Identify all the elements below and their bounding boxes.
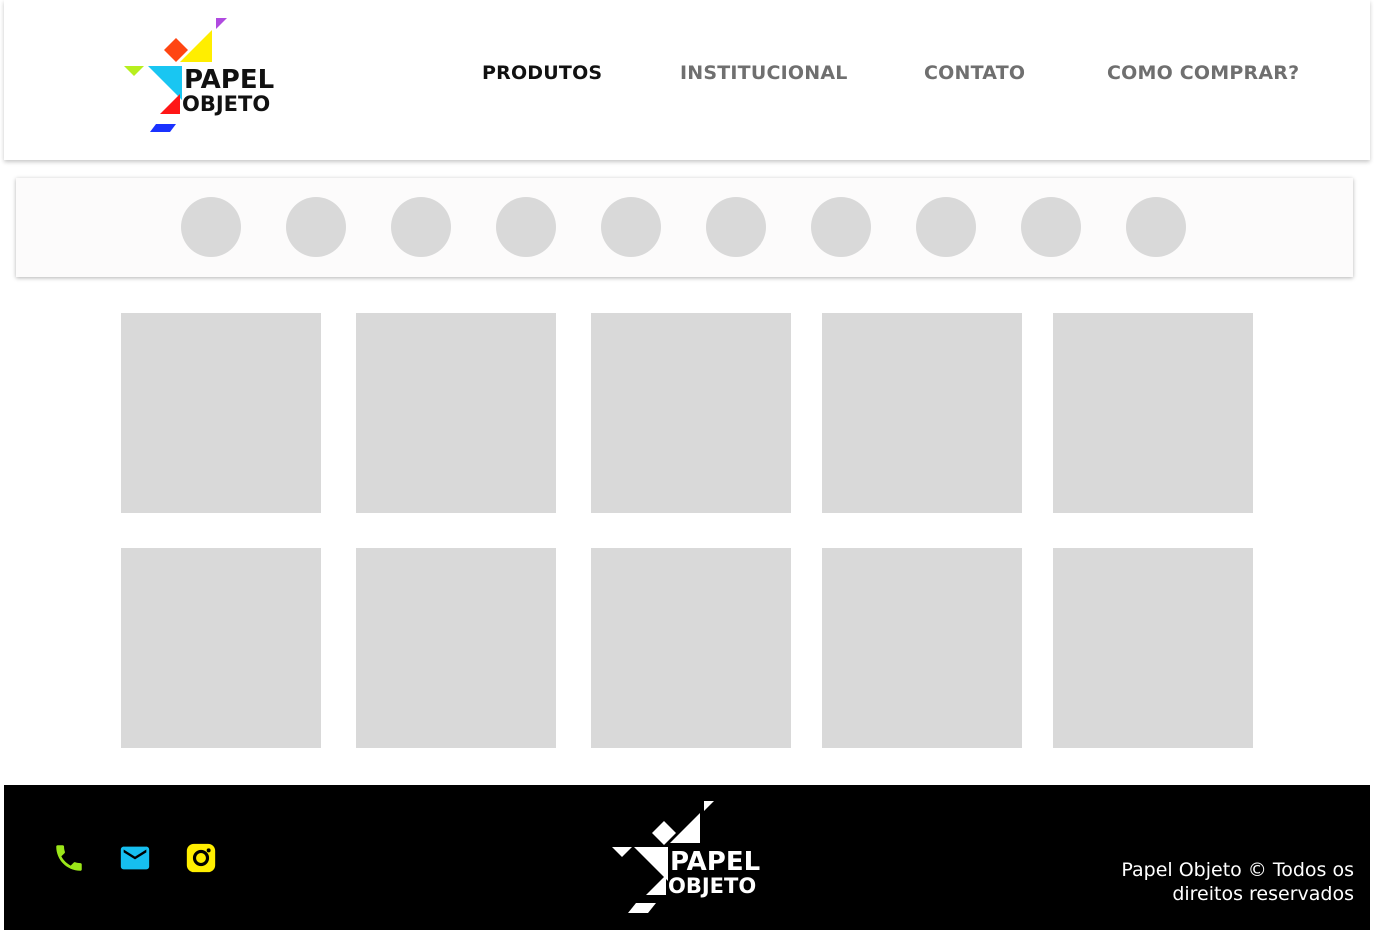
product-card[interactable] — [121, 548, 321, 748]
nav-institucional[interactable]: INSTITUCIONAL — [680, 62, 848, 84]
category-item[interactable] — [706, 197, 766, 257]
product-card[interactable] — [1053, 313, 1253, 513]
footer-logo-line2: OBJETO — [668, 874, 756, 898]
product-card[interactable] — [356, 313, 556, 513]
product-card[interactable] — [591, 313, 791, 513]
category-item[interactable] — [1126, 197, 1186, 257]
phone-icon[interactable] — [52, 841, 86, 875]
product-card[interactable] — [121, 313, 321, 513]
mail-icon[interactable] — [118, 841, 152, 875]
product-card[interactable] — [591, 548, 791, 748]
category-item[interactable] — [496, 197, 556, 257]
footer-logo[interactable]: PAPEL OBJETO — [608, 799, 768, 917]
site-header: PAPEL OBJETO PRODUTOS INSTITUCIONAL CONT… — [4, 0, 1370, 160]
category-item[interactable] — [601, 197, 661, 257]
nav-produtos[interactable]: PRODUTOS — [482, 62, 602, 84]
category-item[interactable] — [811, 197, 871, 257]
category-item[interactable] — [1021, 197, 1081, 257]
copyright-text: Papel Objeto © Todos os direitos reserva… — [1121, 859, 1354, 905]
product-card[interactable] — [822, 313, 1022, 513]
category-item[interactable] — [391, 197, 451, 257]
category-item[interactable] — [286, 197, 346, 257]
category-carousel — [16, 178, 1353, 277]
site-footer: PAPEL OBJETO Papel Objeto © Todos os dir… — [4, 785, 1370, 930]
product-card[interactable] — [822, 548, 1022, 748]
category-item[interactable] — [916, 197, 976, 257]
instagram-icon[interactable] — [184, 841, 218, 875]
logo-line2: OBJETO — [182, 92, 270, 116]
product-card[interactable] — [1053, 548, 1253, 748]
nav-como-comprar[interactable]: COMO COMPRAR? — [1107, 62, 1299, 84]
category-item[interactable] — [181, 197, 241, 257]
main-nav: PRODUTOS INSTITUCIONAL CONTATO COMO COMP… — [4, 62, 1370, 92]
product-card[interactable] — [356, 548, 556, 748]
footer-logo-line1: PAPEL — [670, 847, 760, 877]
nav-contato[interactable]: CONTATO — [924, 62, 1025, 84]
